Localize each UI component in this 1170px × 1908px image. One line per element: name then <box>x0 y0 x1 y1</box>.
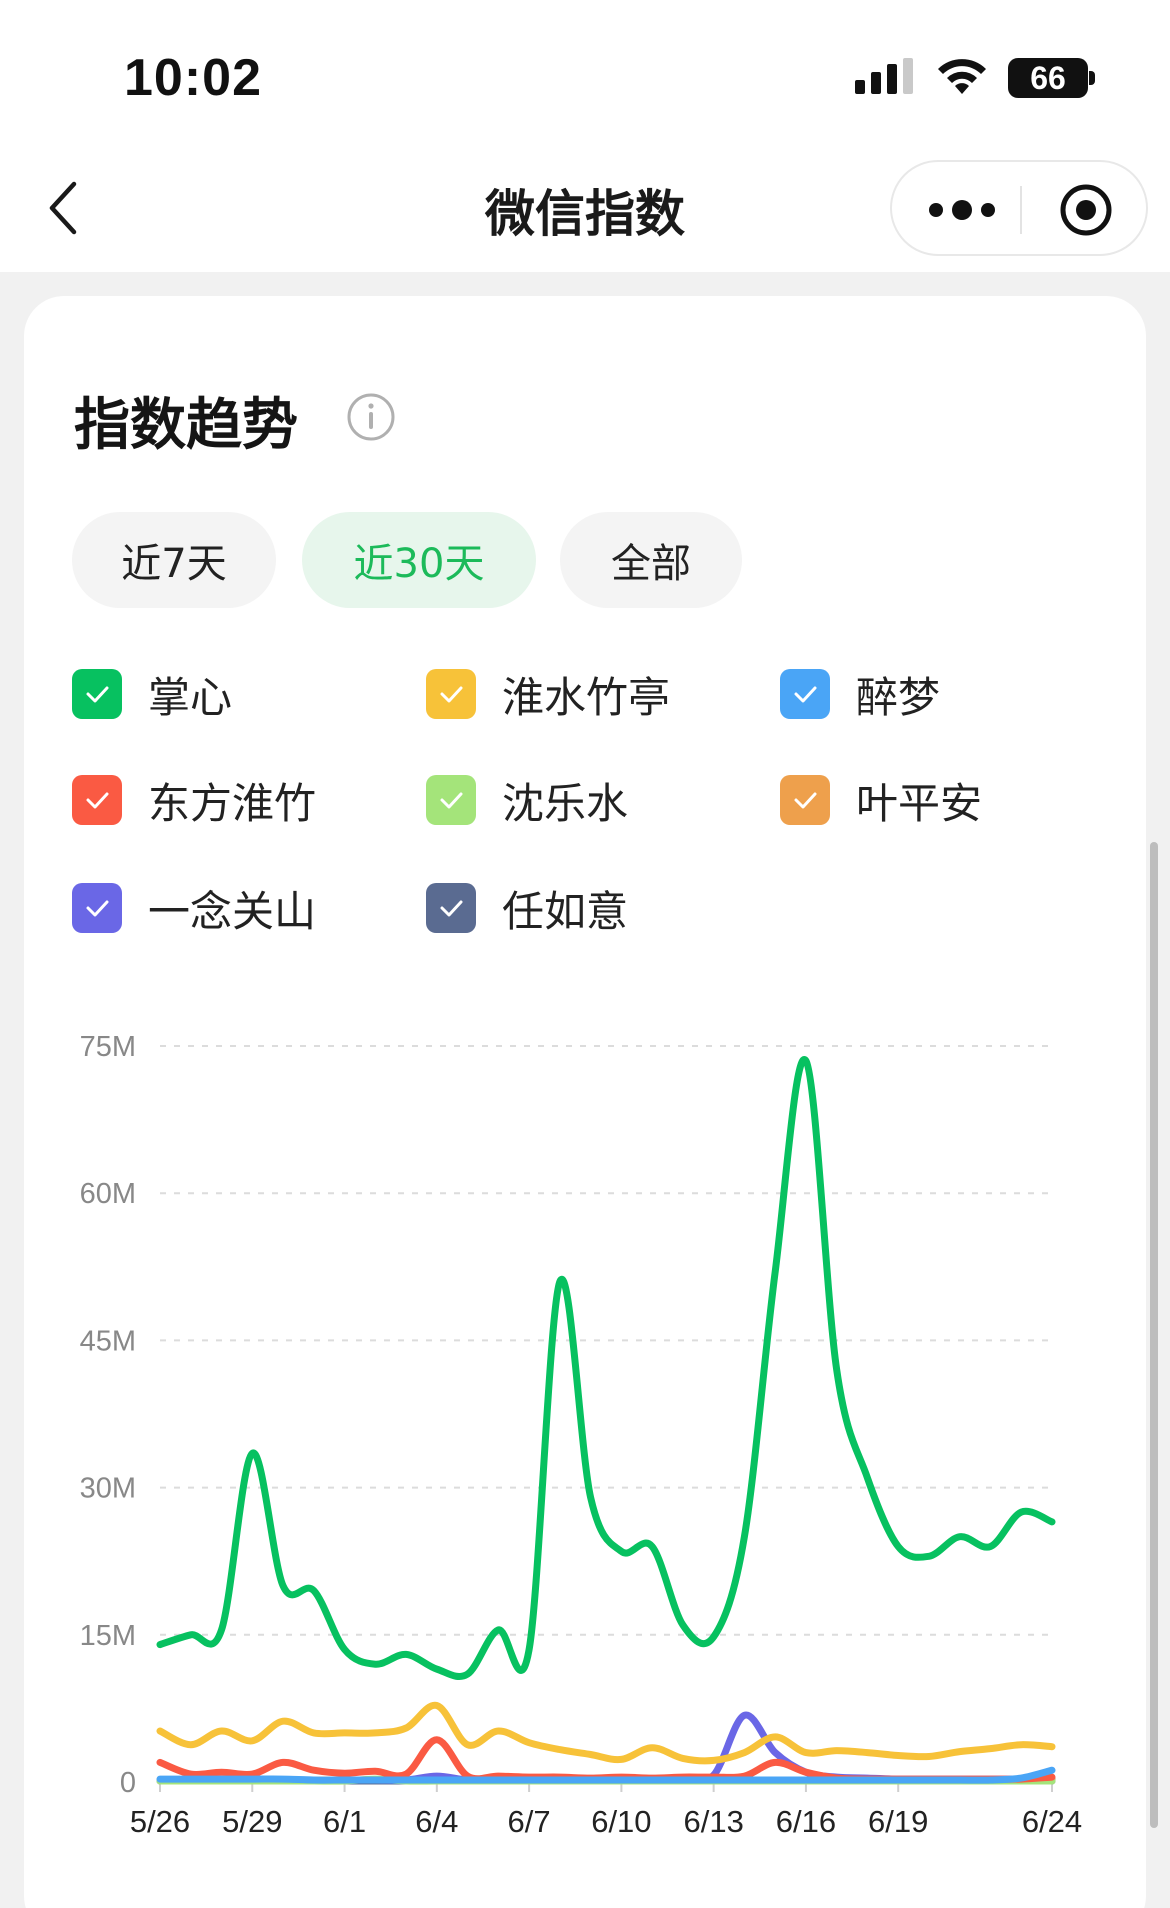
x-tick-label: 6/4 <box>415 1804 458 1839</box>
x-tick-label: 6/19 <box>868 1804 928 1839</box>
legend-label: 叶平安 <box>856 778 983 828</box>
y-tick-label: 45M <box>80 1325 136 1357</box>
x-tick-label: 5/29 <box>222 1804 282 1839</box>
capsule-divider <box>1020 186 1022 234</box>
checkmark-icon <box>86 900 109 917</box>
checkmark-icon <box>794 792 817 809</box>
legend-item-dongfanghuaizhu[interactable]: 东方淮竹 <box>72 772 316 828</box>
x-tick-label: 6/24 <box>1022 1804 1082 1839</box>
series-line-1[interactable] <box>156 1056 1056 1681</box>
wifi-icon <box>938 59 986 94</box>
close-target-icon[interactable] <box>1058 182 1114 238</box>
y-tick-label: 15M <box>80 1620 136 1652</box>
legend-checkbox[interactable] <box>426 883 476 933</box>
legend-item-huaishuizhuting[interactable]: 淮水竹亭 <box>426 666 670 722</box>
legend-checkbox[interactable] <box>72 775 122 825</box>
x-tick-label: 6/10 <box>591 1804 651 1839</box>
legend-checkbox[interactable] <box>426 775 476 825</box>
battery-tip <box>1089 71 1095 85</box>
status-time: 10:02 <box>124 49 262 107</box>
status-bar: 10:02 66 <box>0 0 1170 148</box>
checkmark-icon <box>440 792 463 809</box>
trend-line-chart[interactable]: 0 15M 30M 45M 60M 75M 5/26 5/29 6/1 6/4 6/7 6/10 6/… <box>0 1000 1170 1860</box>
tab-7-days[interactable]: 近7天 <box>72 512 276 608</box>
checkmark-icon <box>794 686 817 703</box>
legend-item-yepingan[interactable]: 叶平安 <box>780 772 982 828</box>
y-tick-label: 60M <box>80 1178 136 1210</box>
legend-checkbox[interactable] <box>72 883 122 933</box>
legend-label: 一念关山 <box>148 886 317 936</box>
section-title: 指数趋势 <box>74 393 298 458</box>
series-line-2[interactable] <box>156 1701 1056 1765</box>
legend-label: 掌心 <box>148 672 233 722</box>
legend-item-yinianguanshan[interactable]: 一念关山 <box>72 880 316 936</box>
legend-item-shenleshui[interactable]: 沈乐水 <box>426 772 628 828</box>
legend-item-zuimeng[interactable]: 醉梦 <box>780 666 940 722</box>
info-icon[interactable] <box>346 392 396 442</box>
legend-checkbox[interactable] <box>426 669 476 719</box>
legend-item-renruyi[interactable]: 任如意 <box>426 880 628 936</box>
legend-label: 淮水竹亭 <box>502 672 671 722</box>
x-tick-label: 6/13 <box>683 1804 743 1839</box>
legend-label: 东方淮竹 <box>148 778 317 828</box>
y-tick-label: 30M <box>80 1473 136 1505</box>
y-tick-label: 75M <box>80 1031 136 1063</box>
checkmark-icon <box>86 792 109 809</box>
legend-checkbox[interactable] <box>780 669 830 719</box>
x-tick-label: 6/1 <box>323 1804 366 1839</box>
more-dots-icon[interactable] <box>922 190 1002 230</box>
checkmark-icon <box>440 686 463 703</box>
tab-all[interactable]: 全部 <box>560 512 742 608</box>
legend-item-zhangxin[interactable]: 掌心 <box>72 666 232 722</box>
legend-checkbox[interactable] <box>780 775 830 825</box>
legend-label: 任如意 <box>502 886 629 936</box>
checkmark-icon <box>440 900 463 917</box>
x-tick-label: 6/16 <box>776 1804 836 1839</box>
checkmark-icon <box>86 686 109 703</box>
miniprogram-capsule <box>890 160 1148 256</box>
vertical-scrollbar[interactable] <box>1150 842 1158 1828</box>
y-tick-label: 0 <box>120 1767 136 1799</box>
legend-label: 沈乐水 <box>502 778 629 828</box>
legend-label: 醉梦 <box>856 672 941 722</box>
battery-icon: 66 <box>1008 58 1088 98</box>
nav-bar: 微信指数 <box>0 148 1170 272</box>
x-tick-label: 5/26 <box>130 1804 190 1839</box>
x-tick-label: 6/7 <box>508 1804 551 1839</box>
cellular-signal-icon <box>855 58 913 94</box>
tab-30-days[interactable]: 近30天 <box>302 512 536 608</box>
legend-checkbox[interactable] <box>72 669 122 719</box>
